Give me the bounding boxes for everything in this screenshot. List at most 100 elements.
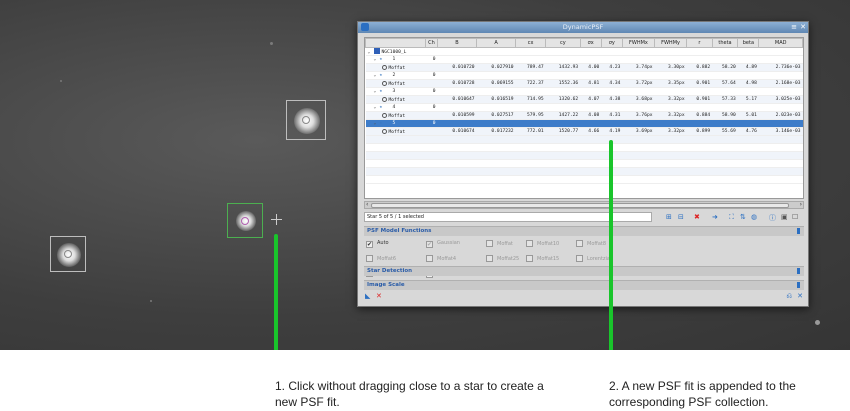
psf-table[interactable]: Ch B A cx cy σx σy FWHMx FWHMy r theta b… bbox=[364, 37, 804, 199]
option-auto[interactable]: ✔ Auto bbox=[366, 240, 389, 248]
column-header[interactable]: B bbox=[436, 38, 478, 48]
table-cell: 57.33 bbox=[712, 95, 738, 104]
settings-icon[interactable]: ☐ bbox=[792, 213, 798, 221]
table-cell: 58.20 bbox=[712, 63, 738, 72]
pointer-line-left bbox=[274, 234, 278, 350]
table-cell: 3.146e-03 bbox=[758, 127, 803, 136]
psf-model-functions-header[interactable]: PSF Model Functions bbox=[364, 226, 804, 236]
star-icon: ★ bbox=[379, 57, 383, 62]
close-icon[interactable]: ✕ bbox=[800, 23, 806, 31]
column-header[interactable]: FWHMx bbox=[621, 38, 656, 48]
star-row[interactable]: ⌄ ★ 1 0 bbox=[365, 55, 803, 64]
channel-cell: 0 bbox=[425, 103, 438, 112]
table-cell: 3.35px bbox=[654, 79, 687, 88]
star-marker-box-new[interactable] bbox=[227, 203, 263, 238]
star-row[interactable]: ⌄ ★ 4 0 bbox=[365, 103, 803, 112]
export-icon[interactable]: ▣ bbox=[781, 213, 788, 221]
star-number: 1 bbox=[392, 57, 396, 62]
star-row[interactable]: ⌄ ★ 2 0 bbox=[365, 71, 803, 80]
color-icon[interactable]: ◍ bbox=[751, 213, 757, 221]
table-cell: 4.08 bbox=[580, 111, 602, 120]
collapse-icon[interactable]: ⊟ bbox=[678, 213, 684, 221]
collection-row[interactable]: ⌄ NGC1000_L bbox=[365, 47, 803, 56]
star-number: 5 bbox=[392, 121, 396, 126]
column-header[interactable]: MAD bbox=[758, 38, 803, 48]
psf-fit-row[interactable]: Moffat 0.010647 0.016519 714.95 1320.62 4.07 4… bbox=[365, 95, 803, 104]
preferences-icon[interactable]: ✕ bbox=[797, 292, 803, 300]
delete-icon[interactable]: ✖ bbox=[694, 213, 700, 221]
table-cell: 0.017232 bbox=[476, 127, 516, 136]
cancel-icon[interactable]: ✕ bbox=[376, 292, 382, 300]
table-cell: 0.901 bbox=[686, 79, 713, 88]
table-cell: 3.025e-03 bbox=[758, 95, 803, 104]
table-cell: 1427.22 bbox=[545, 111, 581, 120]
psf-fit-row[interactable]: Moffat 0.010720 0.027910 789.47 1432.93 4.00 4… bbox=[365, 63, 803, 72]
option-moffat6: Moffat6 bbox=[366, 255, 396, 262]
forward-icon[interactable]: ➜ bbox=[712, 213, 718, 221]
new-instance-icon[interactable]: ◣ bbox=[365, 292, 370, 300]
column-header[interactable]: cx bbox=[515, 38, 547, 48]
table-cell: 58.90 bbox=[712, 111, 738, 120]
option-label: Moffat15 bbox=[537, 256, 560, 262]
option-moffat25: Moffat25 bbox=[486, 255, 519, 262]
column-header[interactable]: theta bbox=[711, 38, 739, 48]
star-row[interactable]: ⌄ ★ 5 0 bbox=[365, 119, 803, 128]
star-icon: ★ bbox=[379, 89, 383, 94]
scrollbar-thumb[interactable] bbox=[371, 203, 789, 208]
table-cell: 4.66 bbox=[580, 127, 602, 136]
table-cell: 4.98 bbox=[737, 79, 759, 88]
crop-icon[interactable]: ⛶ bbox=[729, 213, 734, 222]
horizontal-scrollbar[interactable]: ‹ › bbox=[364, 201, 804, 209]
background-noise bbox=[815, 320, 820, 325]
star-marker-box[interactable] bbox=[286, 100, 326, 140]
window-titlebar[interactable]: DynamicPSF ≡ ✕ bbox=[358, 22, 808, 33]
table-header-row: Ch B A cx cy σx σy FWHMx FWHMy r theta b… bbox=[365, 38, 803, 48]
star-detection-header[interactable]: Star Detection bbox=[364, 266, 804, 276]
column-header[interactable]: beta bbox=[737, 38, 760, 48]
psf-fit-row[interactable]: Moffat 0.010674 0.017232 772.01 1520.77 4.66 4… bbox=[365, 127, 803, 136]
sort-icon[interactable]: ⇅ bbox=[740, 213, 746, 221]
image-scale-header[interactable]: Image Scale bbox=[364, 280, 804, 290]
checkbox[interactable]: ✔ bbox=[366, 241, 373, 248]
checkbox bbox=[576, 255, 583, 262]
reset-icon[interactable]: ⎌ bbox=[786, 292, 792, 301]
option-label: Moffat8 bbox=[587, 241, 607, 247]
star-number: 2 bbox=[392, 73, 396, 78]
psf-fit-row[interactable]: Moffat 0.010728 0.069155 722.37 1552.36 4.81 4… bbox=[365, 79, 803, 88]
column-header[interactable]: A bbox=[476, 38, 517, 48]
star-row[interactable]: ⌄ ★ 3 0 bbox=[365, 87, 803, 96]
column-header[interactable]: Ch bbox=[425, 38, 438, 48]
image-viewport[interactable]: DynamicPSF ≡ ✕ Ch B A cx cy σx σy FWHMx bbox=[0, 0, 850, 350]
table-cell: 1320.62 bbox=[545, 95, 581, 104]
column-header[interactable]: cy bbox=[545, 38, 581, 48]
window-menu-icon[interactable]: ≡ bbox=[791, 23, 797, 31]
column-header[interactable] bbox=[365, 38, 426, 48]
panel-toggle-icon[interactable] bbox=[797, 282, 800, 288]
bottom-toolbar: ◣ ✕ ⎌ ✕ bbox=[364, 292, 804, 302]
table-cell: 3.68px bbox=[622, 95, 655, 104]
column-header[interactable]: FWHMy bbox=[653, 38, 688, 48]
column-header[interactable]: σy bbox=[600, 38, 623, 48]
table-cell: 4.00 bbox=[580, 63, 602, 72]
empty-row bbox=[365, 159, 803, 168]
collection-icon bbox=[373, 48, 380, 54]
table-cell: 55.69 bbox=[712, 127, 738, 136]
panel-toggle-icon[interactable] bbox=[797, 268, 800, 274]
fit-function-name: Moffat bbox=[388, 129, 406, 135]
table-cell: 714.95 bbox=[515, 95, 546, 104]
column-header[interactable]: r bbox=[686, 38, 713, 48]
star-number: 4 bbox=[392, 105, 396, 110]
psf-fit-row[interactable]: Moffat 0.010599 0.027517 579.95 1427.22 4.08 4… bbox=[365, 111, 803, 120]
table-cell: 1552.36 bbox=[545, 79, 581, 88]
table-cell: 0.882 bbox=[686, 63, 713, 72]
info-icon[interactable]: ⓘ bbox=[769, 213, 776, 223]
panel-toggle-icon[interactable] bbox=[797, 228, 800, 234]
star-marker-box[interactable] bbox=[50, 236, 86, 272]
column-header[interactable]: σx bbox=[579, 38, 602, 48]
checkbox bbox=[526, 240, 533, 247]
table-cell: 57.64 bbox=[712, 79, 738, 88]
scroll-left-icon[interactable]: ‹ bbox=[366, 201, 368, 208]
scroll-right-icon[interactable]: › bbox=[800, 201, 802, 208]
table-cell: 3.74px bbox=[622, 63, 655, 72]
expand-icon[interactable]: ⊞ bbox=[666, 213, 672, 221]
